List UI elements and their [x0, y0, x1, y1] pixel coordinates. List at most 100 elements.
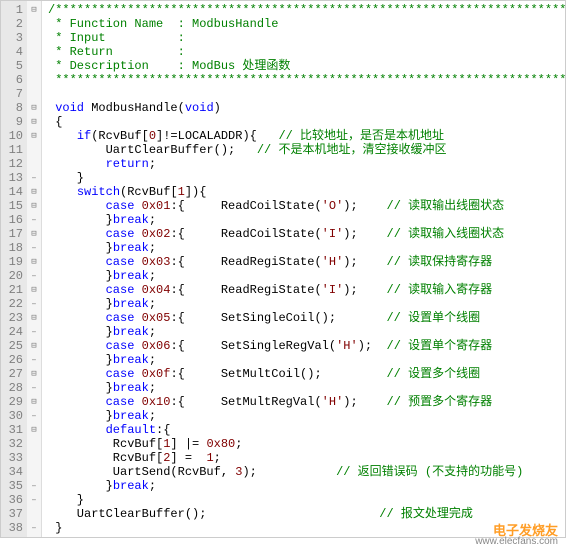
fold-toggle-icon[interactable]: ⊟ [27, 101, 41, 115]
fold-empty [27, 507, 41, 521]
line-number: 21 [3, 283, 23, 297]
keyword: case [106, 227, 135, 241]
keyword: case [106, 199, 135, 213]
fold-toggle-icon[interactable]: – [27, 241, 41, 255]
keyword: break [113, 297, 149, 311]
fold-toggle-icon[interactable]: ⊟ [27, 227, 41, 241]
line-number: 19 [3, 255, 23, 269]
fold-toggle-icon[interactable]: ⊟ [27, 255, 41, 269]
fold-toggle-icon[interactable]: ⊟ [27, 3, 41, 17]
line-number: 27 [3, 367, 23, 381]
line-number: 22 [3, 297, 23, 311]
code-editor[interactable]: 1234567891011121314151617181920212223242… [0, 0, 566, 538]
line-number: 11 [3, 143, 23, 157]
keyword: break [113, 213, 149, 227]
fold-toggle-icon[interactable]: – [27, 269, 41, 283]
comment-text: // 设置多个线圈 [386, 367, 480, 381]
line-number: 2 [3, 17, 23, 31]
fold-toggle-icon[interactable]: – [27, 297, 41, 311]
line-number: 13 [3, 171, 23, 185]
fold-toggle-icon[interactable]: – [27, 171, 41, 185]
line-number: 24 [3, 325, 23, 339]
keyword: case [106, 395, 135, 409]
keyword: case [106, 255, 135, 269]
comment-text: ****************************************… [48, 73, 565, 87]
fold-empty [27, 451, 41, 465]
comment-text: // 读取输入线圈状态 [387, 227, 505, 241]
line-number: 32 [3, 437, 23, 451]
keyword: break [113, 381, 149, 395]
fold-toggle-icon[interactable]: ⊟ [27, 423, 41, 437]
fold-toggle-icon[interactable]: – [27, 479, 41, 493]
fold-toggle-icon[interactable]: ⊟ [27, 367, 41, 381]
line-number: 26 [3, 353, 23, 367]
fold-toggle-icon[interactable]: ⊟ [27, 129, 41, 143]
brace: { [55, 115, 62, 129]
keyword: default [106, 423, 156, 437]
comment-text: * Return : [48, 45, 185, 59]
keyword: break [113, 325, 149, 339]
comment-text: * Input : [48, 31, 185, 45]
fold-toggle-icon[interactable]: ⊟ [27, 199, 41, 213]
line-number: 5 [3, 59, 23, 73]
line-number: 38 [3, 521, 23, 535]
fold-toggle-icon[interactable]: ⊟ [27, 339, 41, 353]
line-number: 8 [3, 101, 23, 115]
fold-toggle-icon[interactable]: – [27, 325, 41, 339]
fold-toggle-icon[interactable]: – [27, 213, 41, 227]
line-number: 7 [3, 87, 23, 101]
line-number: 14 [3, 185, 23, 199]
line-number: 9 [3, 115, 23, 129]
keyword: break [113, 409, 149, 423]
fold-empty [27, 437, 41, 451]
fold-toggle-icon[interactable]: ⊟ [27, 395, 41, 409]
line-number: 36 [3, 493, 23, 507]
fold-toggle-icon[interactable]: – [27, 493, 41, 507]
fold-toggle-icon[interactable]: ⊟ [27, 185, 41, 199]
line-number: 37 [3, 507, 23, 521]
comment-text: * Description : ModBus 处理函数 [48, 59, 290, 73]
fold-toggle-icon[interactable]: – [27, 353, 41, 367]
fold-empty [27, 87, 41, 101]
line-number: 6 [3, 73, 23, 87]
comment-text: * Function Name : ModbusHandle [48, 17, 278, 31]
keyword: case [106, 367, 135, 381]
line-number: 4 [3, 45, 23, 59]
function-name: ModbusHandle( [84, 101, 185, 115]
line-number: 12 [3, 157, 23, 171]
fold-empty [27, 59, 41, 73]
line-number: 1 [3, 3, 23, 17]
fold-toggle-icon[interactable]: ⊟ [27, 311, 41, 325]
line-number: 30 [3, 409, 23, 423]
fold-empty [27, 157, 41, 171]
line-number: 17 [3, 227, 23, 241]
watermark-url: www.elecfans.com [475, 536, 558, 547]
comment-text: // 比较地址，是否是本机地址 [278, 129, 444, 143]
fold-gutter[interactable]: ⊟⊟⊟⊟–⊟⊟–⊟–⊟–⊟–⊟–⊟–⊟–⊟–⊟––– [27, 1, 42, 537]
fold-toggle-icon[interactable]: – [27, 521, 41, 535]
fold-toggle-icon[interactable]: – [27, 381, 41, 395]
keyword: break [113, 241, 149, 255]
line-number: 18 [3, 241, 23, 255]
line-number: 23 [3, 311, 23, 325]
comment-text: // 报文处理完成 [379, 507, 473, 521]
keyword: void [55, 101, 84, 115]
fold-empty [27, 143, 41, 157]
line-number: 33 [3, 451, 23, 465]
keyword: break [113, 269, 149, 283]
line-number-gutter: 1234567891011121314151617181920212223242… [1, 1, 27, 537]
line-number: 28 [3, 381, 23, 395]
fold-toggle-icon[interactable]: ⊟ [27, 115, 41, 129]
fold-toggle-icon[interactable]: – [27, 409, 41, 423]
keyword: switch [77, 185, 120, 199]
fold-toggle-icon[interactable]: ⊟ [27, 283, 41, 297]
line-number: 29 [3, 395, 23, 409]
comment-text: // 设置单个线圈 [386, 311, 480, 325]
line-number: 16 [3, 213, 23, 227]
comment-text: // 预置多个寄存器 [387, 395, 493, 409]
code-area[interactable]: /***************************************… [42, 1, 565, 537]
fold-empty [27, 17, 41, 31]
line-number: 34 [3, 465, 23, 479]
fold-empty [27, 45, 41, 59]
line-number: 10 [3, 129, 23, 143]
